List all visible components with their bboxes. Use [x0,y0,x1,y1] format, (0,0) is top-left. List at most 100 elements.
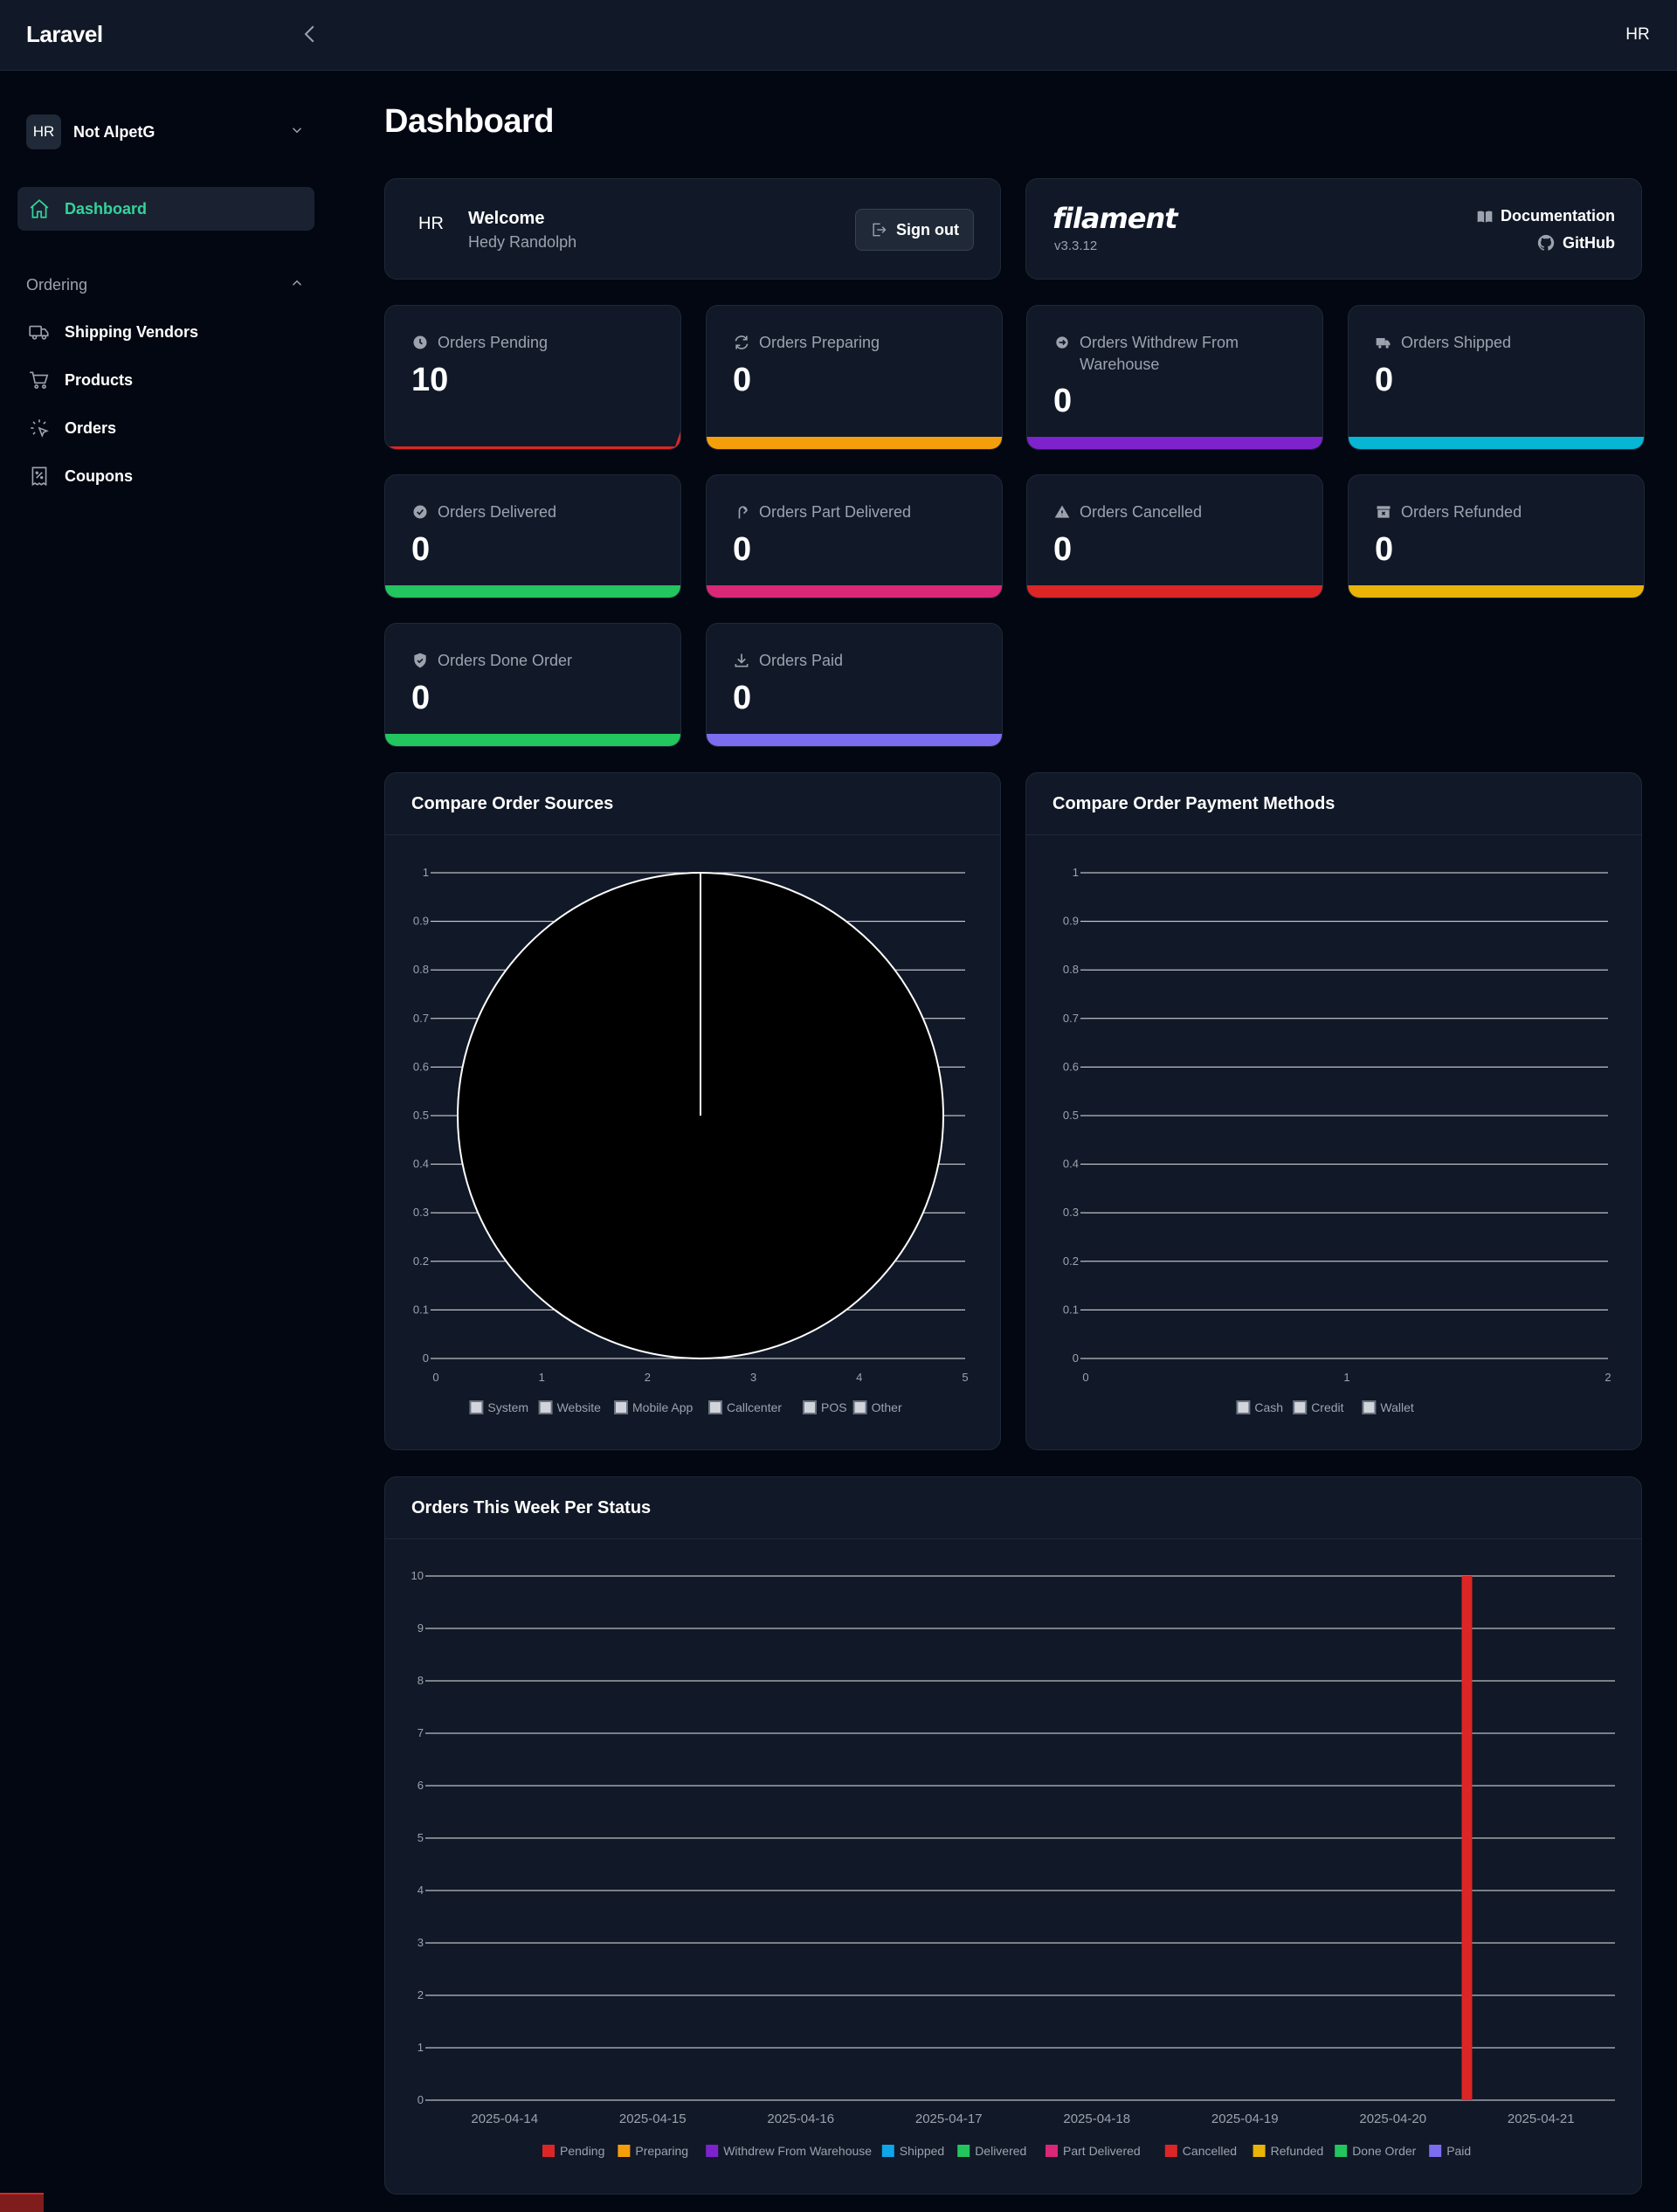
y-tick-label: 3 [418,1936,424,1949]
y-tick-label: 0.5 [1063,1109,1079,1122]
nav-group-label: Ordering [26,275,88,294]
legend-swatch [852,1400,867,1414]
legend-label: Pending [560,2144,604,2158]
stat-value: 0 [1053,531,1073,568]
y-tick-label: 0.4 [1063,1158,1079,1171]
stat-chart-bar [1349,437,1644,449]
stat-header: Orders Done Order [411,650,663,672]
sidebar-item-label: Shipping Vendors [65,322,199,341]
bar-pending [1461,1576,1473,2100]
legend-label: Done Order [1352,2144,1416,2158]
debug-bar-toggle[interactable] [0,2193,44,2212]
stat-label: Orders Shipped [1401,334,1512,351]
documentation-link[interactable]: Documentation [1476,207,1615,225]
tenant-name: Not AlpetG [73,122,155,141]
nav-group-ordering[interactable]: Ordering [26,272,306,298]
stat-chart-bar [707,585,1002,598]
y-tick-label: 5 [418,1831,424,1844]
stat-chart-bar [1027,585,1322,598]
avatar: HR [418,214,444,233]
sidebar-item-shipping-vendors[interactable]: Shipping Vendors [17,311,314,353]
order-sources-chart-card: Compare Order Sources 0 0.1 0.2 0.3 0.4 0.5 0.… [384,772,1001,1450]
sign-out-button[interactable]: Sign out [855,209,974,251]
y-tick-label: 0.6 [1063,1060,1079,1073]
stat-header: Orders Withdrew From Warehouse [1053,332,1305,376]
legend-swatch [1293,1400,1308,1414]
stat-label: Orders Part Delivered [759,503,912,521]
stat-value: 0 [1375,531,1394,568]
sign-out-label: Sign out [896,220,959,238]
stat-header: Orders Preparing [733,332,984,354]
y-tick-label: 0.1 [413,1303,429,1316]
x-tick-label: 2025-04-16 [767,2112,834,2126]
legend-label: Refunded [1271,2144,1324,2158]
stat-header: Orders Paid [733,650,984,672]
legend-label: Delivered [975,2144,1026,2158]
legend-label: Website [557,1400,602,1414]
order-sources-chart: 0 0.1 0.2 0.3 0.4 0.5 0.6 0.7 0.8 0.9 1 0 1 2 3 4 5 Syste… [413,866,969,1414]
chevron-down-icon [288,122,306,142]
orders-week-chart-card: Orders This Week Per Status 0 1 2 3 4 5 6 7 8 9 10… [384,1476,1642,2195]
legend-label: Cancelled [1183,2144,1237,2158]
refresh-icon [735,335,749,349]
stat-chart-bar [1027,437,1322,449]
sidebar-item-dashboard[interactable]: Dashboard [17,187,314,231]
y-tick-label: 0.6 [413,1060,429,1073]
y-tick-label: 0.3 [1063,1206,1079,1219]
legend-swatch [803,1400,817,1414]
github-icon [1537,234,1555,251]
y-tick-label: 0.7 [413,1012,429,1025]
stat-header: Orders Pending [411,332,663,354]
x-tick-label: 2025-04-20 [1359,2112,1426,2126]
archive-x-icon [1377,506,1391,518]
orders-week-chart: 0 1 2 3 4 5 6 7 8 9 10 2025-04-14 2025-04-15 2025-04-… [411,1569,1615,2158]
filament-info-card: filament v3.3.12 Documentation GitHub [1025,178,1642,280]
y-tick-label: 2 [418,1988,424,2001]
stat-header: Orders Part Delivered [733,501,984,523]
stat-card: Orders Done Order 0 [384,623,681,747]
github-link[interactable]: GitHub [1536,233,1615,252]
sidebar-item-label: Dashboard [65,199,148,218]
logout-icon [873,223,887,237]
legend-label: Callcenter [727,1400,782,1414]
sidebar-item-label: Products [65,370,134,389]
legend-swatch [1253,2145,1266,2157]
sidebar-item-coupons[interactable]: Coupons [17,455,314,497]
sidebar-item-products[interactable]: Products [17,359,314,401]
x-tick-label: 3 [750,1371,756,1384]
x-tick-label: 4 [856,1371,862,1384]
page-title: Dashboard [384,103,554,140]
y-tick-label: 0.5 [413,1109,429,1122]
y-tick-label: 0.3 [413,1206,429,1219]
y-tick-label: 8 [418,1674,424,1687]
x-tick-label: 2 [1605,1371,1611,1384]
x-tick-label: 0 [432,1371,438,1384]
welcome-card: HR Welcome Hedy Randolph Sign out [384,178,1001,280]
truck-icon [1376,338,1391,349]
receipt-percent-icon [28,465,51,487]
legend-swatch [957,2145,970,2157]
tenant-avatar: HR [26,114,61,149]
sidebar-item-orders[interactable]: Orders [17,407,314,449]
collapse-sidebar-button[interactable] [297,21,323,47]
legend-swatch [881,2145,894,2157]
warning-icon [1054,505,1070,518]
arrow-circle-icon [1056,336,1068,349]
legend-swatch [706,2145,719,2157]
stat-value: 0 [733,531,752,568]
filament-logo: filament [1052,202,1178,235]
legend-label: Mobile App [632,1400,693,1414]
user-menu-avatar[interactable]: HR [1625,23,1651,49]
legend-swatch [542,2145,555,2157]
legend-swatch [469,1400,484,1414]
y-tick-label: 0 [423,1351,429,1365]
stat-header: Orders Cancelled [1053,501,1305,523]
shopping-cart-icon [28,369,51,391]
x-tick-label: 2025-04-21 [1508,2112,1575,2126]
brand-logo[interactable]: Laravel [26,21,103,48]
y-tick-label: 0.4 [413,1158,429,1171]
legend-label: Shipped [900,2144,944,2158]
stat-card: Orders Withdrew From Warehouse 0 [1026,305,1323,450]
stat-card: Orders Cancelled 0 [1026,474,1323,598]
tenant-switcher[interactable]: HR Not AlpetG [26,114,306,149]
